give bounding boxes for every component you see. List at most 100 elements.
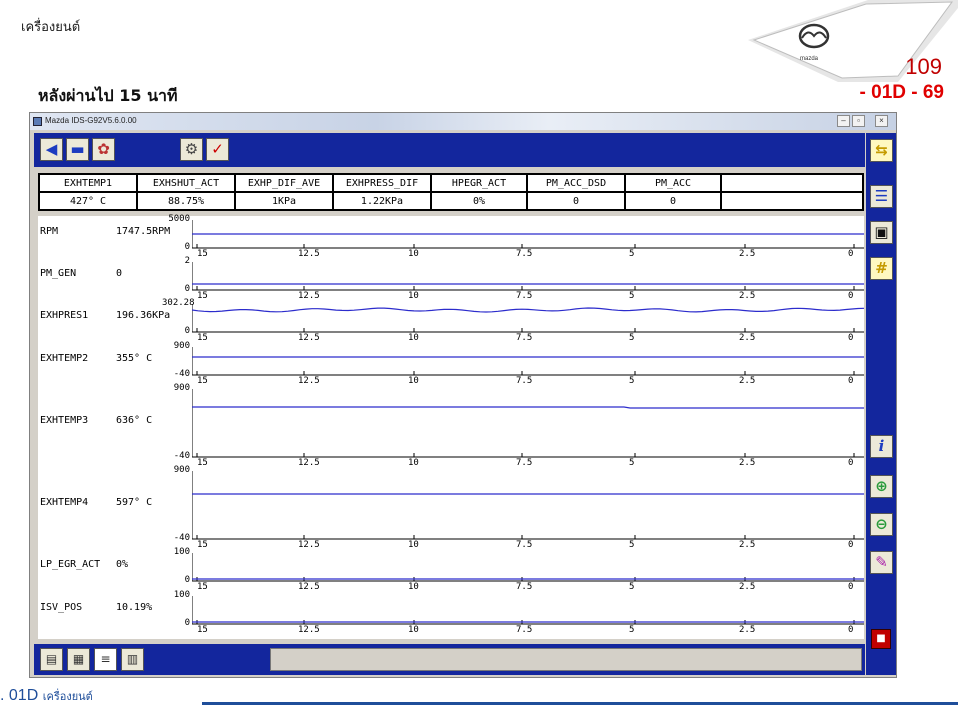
minimize-button[interactable]: –	[837, 115, 850, 127]
exit-icon[interactable]: ■	[871, 629, 891, 649]
graph-x-tick-label: 15	[197, 458, 208, 468]
graph-x-tick-label: 2.5	[739, 333, 756, 343]
back-arrow-icon[interactable]: ◀	[40, 138, 63, 161]
graph-x-tick-label: 5	[629, 291, 635, 301]
footer-code: . 01D	[0, 687, 39, 704]
graph-scale-max: 5000	[168, 214, 190, 224]
pid-value: 427° C	[38, 191, 138, 211]
brand-wordmark: mazda	[800, 56, 819, 62]
grid-icon[interactable]: #	[870, 257, 893, 280]
print-icon[interactable]: ✎	[870, 551, 893, 574]
graph-x-tick-label: 0	[848, 582, 854, 592]
engine-icon[interactable]: ✿	[92, 138, 115, 161]
graph-trace	[192, 307, 864, 313]
graph-x-tick-label: 7.5	[516, 458, 533, 468]
graph-canvas	[192, 220, 864, 625]
graph-x-tick-label: 15	[197, 376, 208, 386]
graph-scale-max: 302.28	[162, 298, 195, 308]
graph-x-tick-label: 7.5	[516, 376, 533, 386]
bottom-toolbar: ▤ ▦ ≡ ▥	[34, 644, 865, 675]
graph-current-value: 636° C	[116, 415, 153, 426]
graph-x-tick-label: 0	[848, 333, 854, 343]
slide-header: เครื่องยนต์	[21, 20, 81, 35]
graph-scale-max: 100	[173, 547, 190, 557]
graph-scale-min: 0	[184, 326, 190, 336]
pid-value-table: EXHTEMP1 EXHSHUT_ACT EXHP_DIF_AVE EXHPRE…	[38, 173, 864, 211]
pid-value: 1KPa	[234, 191, 334, 211]
graph-x-tick-label: 10	[408, 249, 419, 259]
info-icon[interactable]: i	[870, 435, 893, 458]
graph-x-tick-label: 7.5	[516, 582, 533, 592]
graph-x-tick-label: 5	[629, 249, 635, 259]
graph-scale-max: 900	[173, 341, 190, 351]
status-bar	[270, 648, 862, 671]
graph-x-tick-label: 2.5	[739, 625, 756, 635]
graph-x-tick-label: 2.5	[739, 582, 756, 592]
tool-a-icon[interactable]: ▤	[40, 648, 63, 671]
camera-icon[interactable]: ▣	[870, 221, 893, 244]
graph-scale-min: -40	[173, 369, 190, 379]
graph-current-value: 10.19%	[116, 602, 153, 613]
ids-window: Mazda IDS-G92V5.6.0.00 – ▫ × ◀ ▬ ✿ ⚙ ✓ ⇆…	[29, 112, 897, 678]
table-view-icon[interactable]: ▥	[121, 648, 144, 671]
graph-x-tick-label: 5	[629, 540, 635, 550]
pid-value: 88.75%	[136, 191, 236, 211]
vehicle-icon[interactable]: ▬	[66, 138, 89, 161]
app-icon	[33, 117, 42, 126]
graph-x-tick-label: 12.5	[298, 540, 320, 550]
zoom-out-icon[interactable]: ⊖	[870, 513, 893, 536]
graph-x-tick-label: 12.5	[298, 582, 320, 592]
graph-x-tick-label: 2.5	[739, 458, 756, 468]
datalogger-icon[interactable]: ⚙	[180, 138, 203, 161]
graph-x-tick-label: 0	[848, 540, 854, 550]
graph-scale-max: 2	[184, 256, 190, 266]
slide-footer: . 01D เครื่องยนต์	[0, 687, 93, 705]
graph-label: EXHPRES1	[40, 310, 89, 321]
graph-current-value: 1747.5RPM	[116, 226, 171, 237]
graph-trace	[192, 406, 864, 409]
graph-x-tick-label: 7.5	[516, 333, 533, 343]
pid-header: EXHSHUT_ACT	[136, 173, 236, 193]
pid-header: HPEGR_ACT	[430, 173, 528, 193]
graph-x-tick-label: 2.5	[739, 376, 756, 386]
graph-x-tick-label: 5	[629, 625, 635, 635]
graph-label: PM_GEN	[40, 268, 77, 279]
tool-b-icon[interactable]: ▦	[67, 648, 90, 671]
pid-header-empty	[720, 173, 864, 193]
close-button[interactable]: ×	[875, 115, 888, 127]
pid-header: EXHPRESS_DIF	[332, 173, 432, 193]
graph-area: RPM 1747.5RPM 5000 0 15 12.5 10 7.5 5 2.5 0 PM_GEN 0…	[38, 214, 864, 639]
graph-x-tick-label: 0	[848, 625, 854, 635]
pid-header: EXHP_DIF_AVE	[234, 173, 334, 193]
pid-header: EXHTEMP1	[38, 173, 138, 193]
dtc-icon[interactable]: ✓	[206, 138, 229, 161]
graph-x-tick-label: 15	[197, 625, 208, 635]
right-tool-strip: ⇆ ☰ ▣ # i ⊕ ⊖ ✎	[866, 133, 896, 675]
graph-x-tick-label: 10	[408, 458, 419, 468]
pid-header-row: EXHTEMP1 EXHSHUT_ACT EXHP_DIF_AVE EXHPRE…	[38, 173, 864, 193]
swap-icon[interactable]: ⇆	[870, 139, 893, 162]
graph-x-tick-label: 10	[408, 291, 419, 301]
graph-label: EXHTEMP2	[40, 353, 89, 364]
graph-x-tick-label: 12.5	[298, 291, 320, 301]
graph-x-tick-label: 10	[408, 333, 419, 343]
graph-x-tick-label: 7.5	[516, 291, 533, 301]
graph-current-value: 597° C	[116, 497, 153, 508]
graph-x-tick-label: 2.5	[739, 540, 756, 550]
footer-rule	[202, 702, 958, 705]
top-toolbar: ◀ ▬ ✿ ⚙ ✓	[34, 133, 865, 167]
window-title: Mazda IDS-G92V5.6.0.00	[45, 116, 137, 125]
graph-scale-max: 100	[173, 590, 190, 600]
graph-label: RPM	[40, 226, 59, 237]
graph-scale-min: -40	[173, 451, 190, 461]
pid-value-empty	[720, 191, 864, 211]
footer-label: เครื่องยนต์	[42, 690, 93, 703]
graph-x-tick-label: 2.5	[739, 291, 756, 301]
pid-value: 0%	[430, 191, 528, 211]
graph-current-value: 0%	[116, 559, 129, 570]
graph-view-icon[interactable]: ≡	[94, 648, 117, 671]
graph-scale-min: 0	[184, 618, 190, 628]
restore-button[interactable]: ▫	[852, 115, 865, 127]
list-icon[interactable]: ☰	[870, 185, 893, 208]
zoom-in-icon[interactable]: ⊕	[870, 475, 893, 498]
